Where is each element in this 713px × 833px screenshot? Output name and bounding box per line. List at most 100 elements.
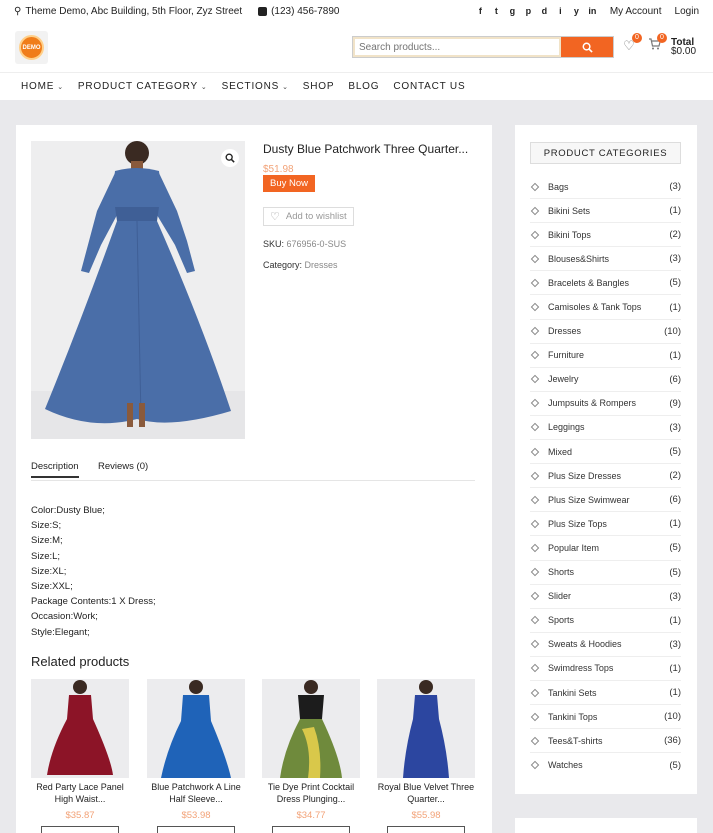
google-icon[interactable]: g [508,6,517,16]
tab-description[interactable]: Description [31,461,79,478]
product-price: $51.98 [263,164,294,175]
add-to-wishlist-button[interactable]: ♡ Add to wishlist [263,207,354,226]
category-item[interactable]: Dresses (10) [530,320,681,344]
nav-home[interactable]: HOME ⌄ [21,81,64,92]
search-button[interactable] [561,37,613,57]
category-item[interactable]: Furniture (1) [530,344,681,368]
dribbble-icon[interactable]: d [540,6,549,16]
category-item[interactable]: Sports (1) [530,609,681,633]
description-line: Size:S; [31,520,62,532]
phone-text: (123) 456-7890 [271,5,340,17]
category-item[interactable]: Camisoles & Tank Tops (1) [530,295,681,320]
category-item[interactable]: Leggings (3) [530,416,681,441]
related-product-price: $53.98 [181,810,211,821]
nav-product-category[interactable]: PRODUCT CATEGORY ⌄ [78,81,208,92]
tab-reviews[interactable]: Reviews (0) [98,461,148,472]
related-product-name[interactable]: Red Party Lace Panel High Waist... [31,781,129,805]
related-product-name[interactable]: Royal Blue Velvet Three Quarter... [377,781,475,805]
instagram-icon[interactable]: i [556,6,565,16]
diamond-icon [530,664,540,673]
category-item[interactable]: Tankini Tops (10) [530,705,681,730]
category-count: (3) [669,638,681,650]
twitter-icon[interactable]: t [492,6,501,16]
related-product-image[interactable] [377,679,475,778]
related-product-name[interactable]: Blue Patchwork A Line Half Sleeve... [147,781,245,805]
related-product-name[interactable]: Tie Dye Print Cocktail Dress Plunging... [262,781,360,805]
nav-contact-us[interactable]: CONTACT US [393,81,465,92]
dress-illustration [31,141,245,439]
category-item[interactable]: Plus Size Dresses (2) [530,464,681,489]
related-product-button[interactable] [157,826,235,833]
facebook-icon[interactable]: f [476,6,485,16]
category-item[interactable]: Bikini Sets (1) [530,199,681,224]
nav-product-category-label: PRODUCT CATEGORY [77,81,198,92]
cart-button[interactable]: 0 [646,33,667,54]
category-item[interactable]: Bracelets & Bangles (5) [530,271,681,296]
related-product-button[interactable] [387,826,465,833]
site-logo[interactable]: DEMO [15,31,48,64]
address-text: Theme Demo, Abc Building, 5th Floor, Zyz… [25,5,243,17]
category-item[interactable]: Bags (3) [530,175,681,200]
category-count: (5) [669,566,681,578]
category-item[interactable]: Sweats & Hoodies (3) [530,633,681,657]
category-name: Leggings [548,422,585,433]
wishlist-button[interactable]: ♡ 0 [621,33,642,54]
search-icon [582,42,593,53]
category-name: Jumpsuits & Rompers [548,398,637,409]
category-item[interactable]: Slider (3) [530,585,681,609]
category-item[interactable]: Shorts (5) [530,561,681,585]
category-link[interactable]: Dresses [305,260,338,270]
product-image[interactable] [31,141,245,439]
description-line: Occasion:Work; [31,611,98,623]
related-product-price: $35.87 [65,810,95,821]
related-product-card[interactable]: Tie Dye Print Cocktail Dress Plunging... … [262,679,360,833]
category-item[interactable]: Tankini Sets (1) [530,681,681,706]
category-list: Bags (3) Bikini Sets (1) Bikini Tops (2) Bl… [530,175,681,777]
zoom-button[interactable] [221,149,239,167]
chevron-down-icon: ⌄ [200,83,208,91]
login-link[interactable]: Login [675,6,699,17]
nav-blog[interactable]: BLOG [348,81,379,92]
search-input[interactable] [353,37,561,57]
pinterest-icon[interactable]: p [524,6,533,16]
name-line: High Waist... [54,794,106,804]
related-product-button[interactable] [272,826,350,833]
sidebar: PRODUCT CATEGORIES Bags (3) Bikini Sets (1… [515,125,697,794]
nav-shop[interactable]: SHOP [303,81,335,92]
buy-now-button[interactable]: Buy Now [263,175,315,192]
my-account-link[interactable]: My Account [610,6,662,17]
related-product-card[interactable]: Royal Blue Velvet Three Quarter... $55.98 [377,679,475,833]
linkedin-icon[interactable]: in [588,6,597,16]
category-item[interactable]: Swimdress Tops (1) [530,657,681,681]
category-item[interactable]: Popular Item (5) [530,536,681,561]
diamond-icon [530,399,540,408]
category-item[interactable]: Mixed (5) [530,440,681,465]
related-product-card[interactable]: Blue Patchwork A Line Half Sleeve... $53.… [147,679,245,833]
category-item[interactable]: Jumpsuits & Rompers (9) [530,392,681,416]
related-product-card[interactable]: Red Party Lace Panel High Waist... $35.87 [31,679,129,833]
category-count: (3) [669,253,681,265]
category-item[interactable]: Blouses&Shirts (3) [530,247,681,272]
related-product-image[interactable] [147,679,245,778]
diamond-icon [530,254,540,264]
category-name: Bikini Tops [548,229,591,240]
related-product-button[interactable] [41,826,119,833]
category-item[interactable]: Watches (5) [530,753,681,777]
category-count: (2) [669,470,681,482]
diamond-icon [530,495,540,505]
category-item[interactable]: Plus Size Tops (1) [530,512,681,537]
diamond-icon [530,302,540,312]
category-count: (2) [669,229,681,241]
related-product-image[interactable] [31,679,129,778]
diamond-icon [530,615,540,625]
youtube-icon[interactable]: y [572,6,581,16]
category-item[interactable]: Plus Size Swimwear (6) [530,488,681,513]
nav-sections[interactable]: SECTIONS ⌄ [222,81,289,92]
category-item[interactable]: Bikini Tops (2) [530,223,681,248]
category-count: (5) [669,277,681,289]
related-product-image[interactable] [262,679,360,778]
cart-total[interactable]: Total $0.00 [671,38,696,57]
category-item[interactable]: Jewelry (6) [530,368,681,392]
category-item[interactable]: Tees&T-shirts (36) [530,729,681,754]
diamond-icon [530,278,540,288]
